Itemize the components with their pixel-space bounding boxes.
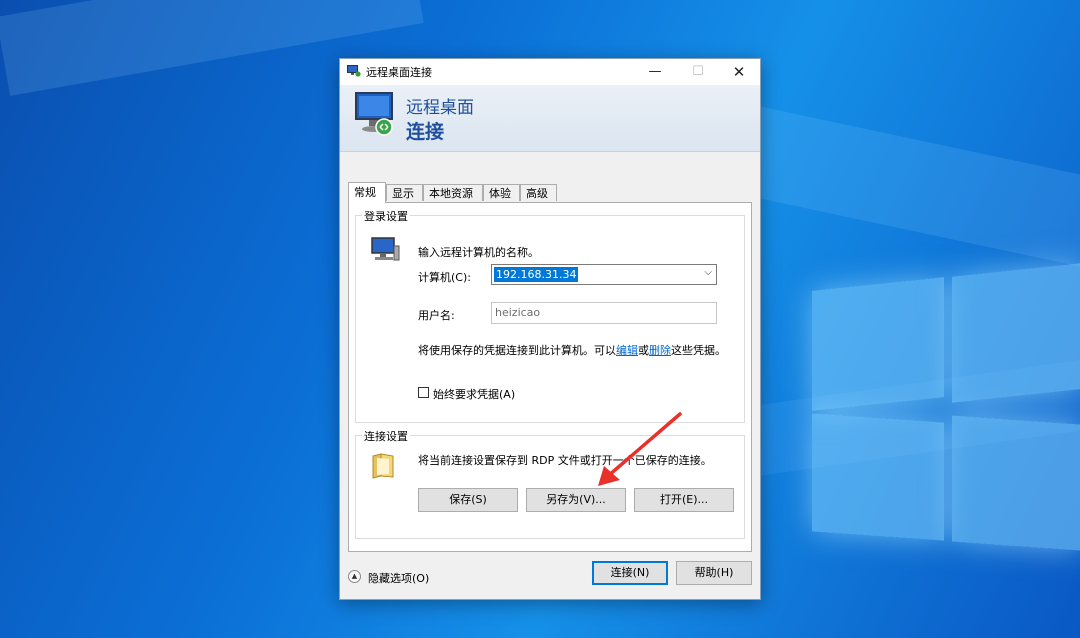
login-settings-title: 登录设置 bbox=[362, 208, 410, 224]
always-ask-credentials-label[interactable]: 始终要求凭据(A) bbox=[433, 386, 515, 402]
windows-logo-wallpaper bbox=[812, 263, 1080, 638]
computer-name-prompt: 输入远程计算机的名称。 bbox=[418, 246, 539, 259]
tab-general[interactable]: 常规 bbox=[348, 182, 386, 203]
title-bar[interactable]: 远程桌面连接 — ☐ ✕ bbox=[340, 59, 760, 85]
computer-value: 192.168.31.34 bbox=[494, 267, 579, 282]
tab-advanced[interactable]: 高级 bbox=[520, 184, 557, 201]
chevron-down-icon[interactable]: ⌵ bbox=[704, 267, 712, 278]
tab-local-resources[interactable]: 本地资源 bbox=[423, 184, 483, 201]
chevron-up-icon[interactable]: ▲ bbox=[348, 570, 361, 583]
credential-text-before: 将使用保存的凭据连接到此计算机。可以 bbox=[418, 344, 616, 357]
credential-note: 将使用保存的凭据连接到此计算机。可以编辑或删除这些凭据。 bbox=[418, 342, 726, 358]
connection-settings-group: 连接设置 将当前连接设置保存到 RDP 文件或打开一个已保存的连接。 保存(S)… bbox=[355, 428, 745, 539]
window-title: 远程桌面连接 bbox=[366, 66, 432, 79]
open-button[interactable]: 打开(E)... bbox=[634, 488, 734, 512]
save-button[interactable]: 保存(S) bbox=[418, 488, 518, 512]
computer-combobox[interactable]: 192.168.31.34 ⌵ bbox=[491, 264, 717, 285]
remote-desktop-dialog: 远程桌面连接 — ☐ ✕ 远程桌面 连接 常规 显示 本地资源 体验 高级 登录… bbox=[339, 58, 761, 600]
close-button[interactable]: ✕ bbox=[718, 59, 760, 85]
close-icon: ✕ bbox=[732, 63, 746, 81]
credential-text-after: 这些凭据。 bbox=[671, 344, 726, 357]
tab-experience[interactable]: 体验 bbox=[483, 184, 520, 201]
login-settings-group: 登录设置 输入远程计算机的名称。 计算机(C): 192.168.31.34 ⌵… bbox=[355, 208, 745, 423]
username-field[interactable]: heizicao bbox=[491, 302, 717, 324]
computer-label: 计算机(C): bbox=[418, 271, 471, 284]
connection-settings-title: 连接设置 bbox=[362, 428, 410, 444]
header-banner: 远程桌面 连接 bbox=[340, 85, 760, 152]
always-ask-credentials-checkbox[interactable] bbox=[418, 387, 429, 398]
help-button[interactable]: 帮助(H) bbox=[676, 561, 752, 585]
computer-icon bbox=[371, 237, 400, 261]
maximize-icon: ☐ bbox=[692, 64, 704, 79]
maximize-button[interactable]: ☐ bbox=[677, 59, 719, 85]
username-label: 用户名: bbox=[418, 309, 455, 322]
hide-options-label[interactable]: 隐藏选项(O) bbox=[368, 570, 429, 586]
save-as-button[interactable]: 另存为(V)... bbox=[526, 488, 626, 512]
minimize-icon: — bbox=[648, 64, 662, 79]
general-tab-panel: 登录设置 输入远程计算机的名称。 计算机(C): 192.168.31.34 ⌵… bbox=[348, 202, 752, 552]
banner-title-line2: 连接 bbox=[406, 121, 445, 143]
connection-settings-description: 将当前连接设置保存到 RDP 文件或打开一个已保存的连接。 bbox=[418, 454, 712, 467]
edit-credentials-link[interactable]: 编辑 bbox=[616, 344, 638, 357]
connect-button[interactable]: 连接(N) bbox=[592, 561, 668, 585]
banner-title-line1: 远程桌面 bbox=[406, 98, 474, 118]
tab-display[interactable]: 显示 bbox=[386, 184, 423, 201]
credential-text-mid: 或 bbox=[638, 344, 649, 357]
remote-desktop-monitor-icon bbox=[355, 92, 393, 136]
remote-desktop-app-icon bbox=[347, 65, 361, 77]
folder-icon bbox=[372, 453, 394, 479]
delete-credentials-link[interactable]: 删除 bbox=[649, 344, 671, 357]
minimize-button[interactable]: — bbox=[634, 59, 676, 85]
